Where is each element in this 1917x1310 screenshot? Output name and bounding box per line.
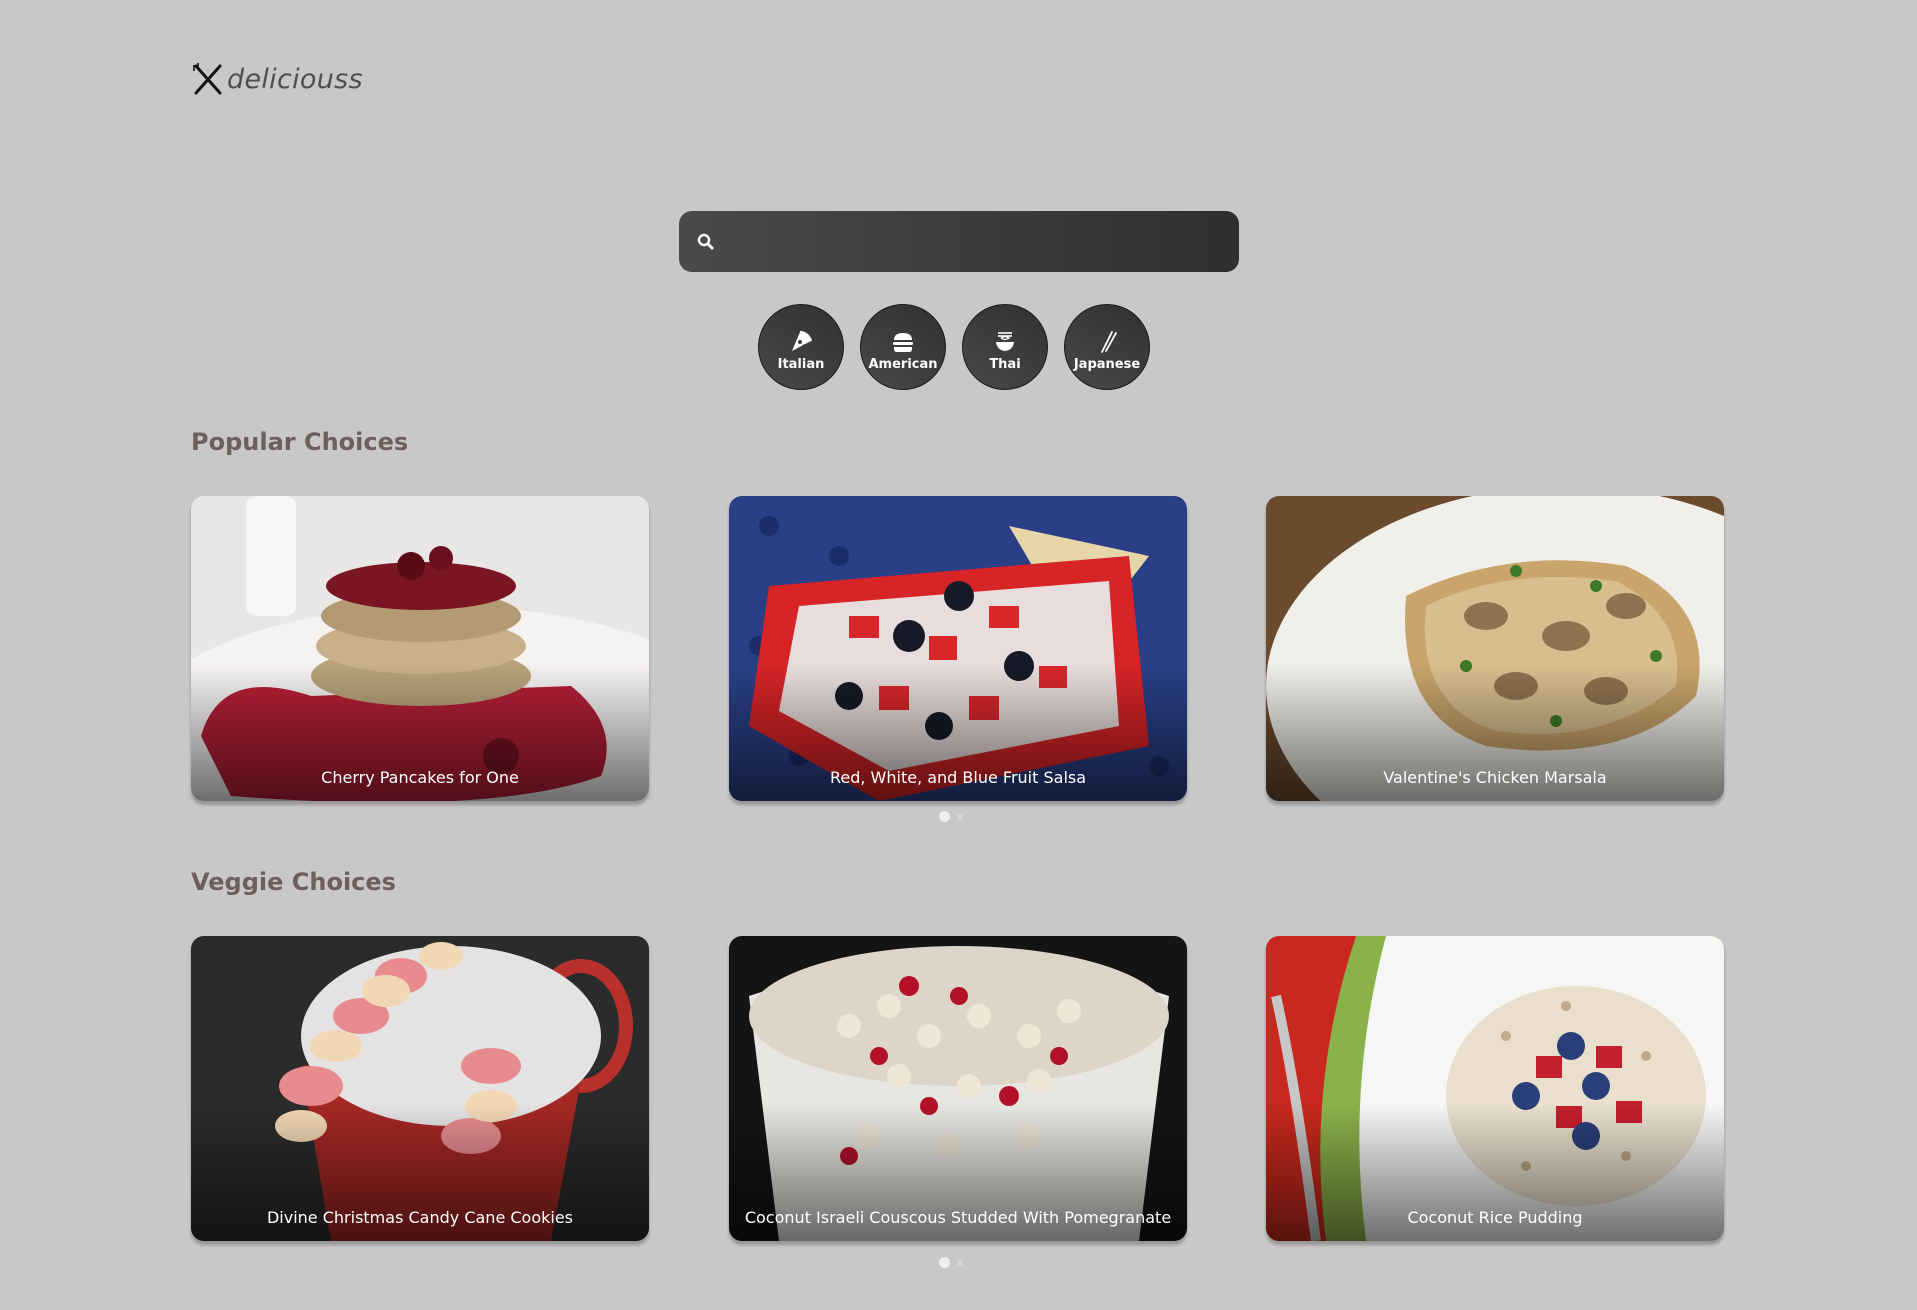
recipe-card[interactable]: Red, White, and Blue Fruit Salsa [729,496,1187,801]
carousel-dot[interactable] [957,814,963,820]
recipe-title: Coconut Israeli Couscous Studded With Po… [744,1208,1172,1227]
cuisine-japanese-button[interactable]: Japanese [1064,304,1150,390]
carousel-dot-active[interactable] [939,811,950,822]
card-overlay [729,496,1187,801]
cuisine-label: Thai [989,356,1021,372]
cuisine-label: Japanese [1073,356,1141,372]
recipe-title: Cherry Pancakes for One [321,768,519,787]
carousel-dot-active[interactable] [939,1257,950,1268]
carousel-dot[interactable] [957,1260,963,1266]
card-overlay [1266,496,1724,801]
cuisine-label: Italian [777,356,825,372]
recipe-card[interactable]: Coconut Rice Pudding [1266,936,1724,1241]
cuisine-thai-button[interactable]: Thai [962,304,1048,390]
fork-knife-icon [193,63,222,95]
recipe-title: Red, White, and Blue Fruit Salsa [829,768,1087,787]
cuisine-nav: Italian American Thai Japanese [758,304,1150,390]
search-icon [697,233,714,249]
search-input[interactable] [716,210,1239,273]
brand-logo[interactable]: deliciouss [191,62,363,96]
card-overlay [1266,936,1724,1241]
cuisine-label: American [868,356,938,372]
veggie-section-title: Veggie Choices [191,868,396,896]
noodles-icon [996,331,1014,351]
recipe-title: Divine Christmas Candy Cane Cookies [266,1208,574,1227]
pizza-icon [792,330,813,351]
card-overlay [191,936,649,1241]
recipe-title: Coconut Rice Pudding [1407,1208,1583,1227]
recipe-title: Valentine's Chicken Marsala [1383,768,1607,787]
cuisine-american-button[interactable]: American [860,304,946,390]
search-bar[interactable] [679,210,1239,273]
card-overlay [729,936,1187,1241]
chopsticks-icon [1101,330,1117,353]
brand-name: deliciouss [227,63,363,95]
card-overlay [191,496,649,801]
recipe-card[interactable]: Divine Christmas Candy Cane Cookies [191,936,649,1241]
burger-icon [893,332,913,352]
recipe-card[interactable]: Valentine's Chicken Marsala [1266,496,1724,801]
recipe-card[interactable]: Coconut Israeli Couscous Studded With Po… [729,936,1187,1241]
recipe-card[interactable]: Cherry Pancakes for One [191,496,649,801]
popular-section-title: Popular Choices [191,428,409,456]
cuisine-italian-button[interactable]: Italian [758,304,844,390]
